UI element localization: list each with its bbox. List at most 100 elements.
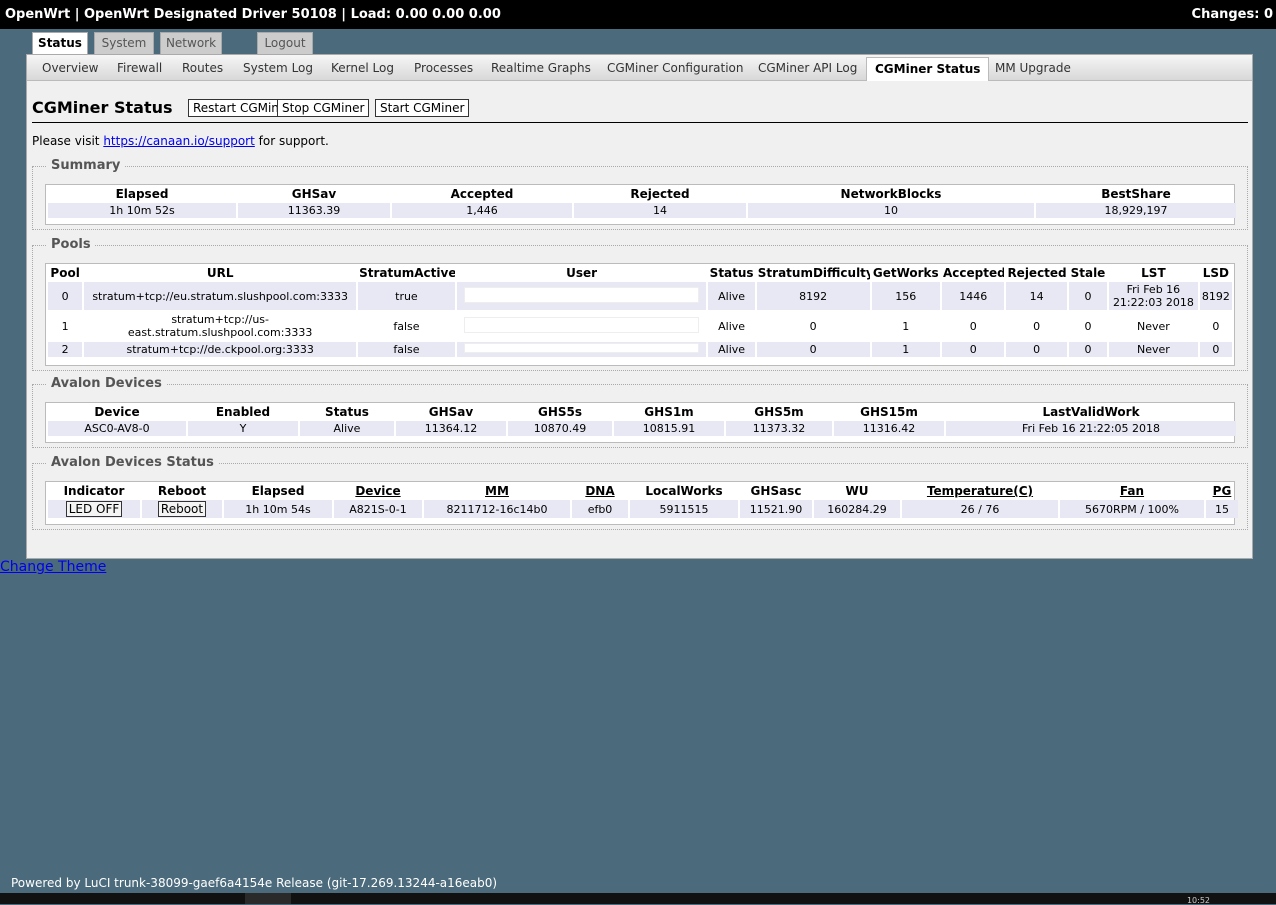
pool-stratum-active: false	[358, 312, 455, 340]
subtab-overview[interactable]: Overview	[42, 61, 99, 75]
avalon-status-header: LocalWorks	[645, 484, 723, 498]
avalon-devices-header: Device	[94, 405, 140, 419]
pool-difficulty: 8192	[756, 282, 870, 310]
tab-logout[interactable]: Logout	[257, 32, 313, 54]
tab-status[interactable]: Status	[32, 32, 88, 55]
start-cgminer-button[interactable]: Start CGMiner	[375, 99, 470, 117]
pools-header: LSD	[1202, 266, 1229, 280]
avalon-status-header: GHSasc	[750, 484, 802, 498]
avalon-devices-section: Avalon Devices Device Enabled Status GHS…	[32, 376, 1248, 448]
subtab-firewall[interactable]: Firewall	[117, 61, 162, 75]
device-ghs15m: 11316.42	[834, 421, 944, 436]
table-row: 1 stratum+tcp://us-east.stratum.slushpoo…	[48, 312, 1232, 340]
pool-stale: 0	[1068, 312, 1108, 340]
device-enabled: Y	[188, 421, 298, 436]
header-dna-abbr: DNA	[585, 484, 615, 498]
pool-accepted: 0	[942, 312, 1005, 340]
avalon-status-header: PG	[1206, 484, 1238, 498]
page-title: CGMiner Status	[32, 98, 173, 117]
subtab-routes[interactable]: Routes	[182, 61, 223, 75]
avalon-status-header: Temperature(C)	[902, 484, 1058, 498]
pool-lst: Never	[1109, 342, 1198, 357]
avalon-devices-table: Device Enabled Status GHSav GHS5s GHS1m …	[46, 403, 1238, 438]
pool-url: stratum+tcp://de.ckpool.org:3333	[84, 342, 357, 357]
summary-table: Elapsed GHSav Accepted Rejected NetworkB…	[46, 185, 1238, 220]
pool-lst: Fri Feb 16 21:22:03 2018	[1109, 282, 1198, 310]
pool-status: Alive	[708, 282, 755, 310]
avalon-devices-header: GHS15m	[860, 405, 918, 419]
table-row: ASC0-AV8-0 Y Alive 11364.12 10870.49 108…	[48, 421, 1236, 436]
subtab-cgminer-status[interactable]: CGMiner Status	[866, 57, 990, 81]
taskbar: 10:52	[0, 893, 1276, 905]
status-dna: efb0	[572, 500, 628, 518]
change-theme-link[interactable]: Change Theme	[0, 559, 106, 575]
reboot-button[interactable]: Reboot	[157, 501, 207, 517]
avalon-devices-header: GHS5m	[754, 405, 804, 419]
pools-section: Pools Pool URL StratumActive User Status…	[32, 237, 1248, 371]
pools-table-box: Pool URL StratumActive User Status Strat…	[45, 263, 1235, 366]
avalon-status-legend: Avalon Devices Status	[47, 455, 218, 470]
sub-tabs: Overview Firewall Routes System Log Kern…	[27, 55, 1252, 81]
subtab-realtime-graphs[interactable]: Realtime Graphs	[491, 61, 591, 75]
summary-header: Elapsed	[115, 187, 169, 201]
status-temperature: 26 / 76	[902, 500, 1058, 518]
pool-stratum-active: true	[358, 282, 455, 310]
subtab-cgminer-api-log[interactable]: CGMiner API Log	[758, 61, 857, 75]
tab-system[interactable]: System	[94, 32, 154, 54]
avalon-status-header: Elapsed	[251, 484, 305, 498]
taskbar-app-icon[interactable]	[245, 893, 291, 904]
changes-counter[interactable]: Changes: 0	[1192, 7, 1273, 22]
status-elapsed: 1h 10m 54s	[224, 500, 332, 518]
footer: Powered by LuCI trunk-38099-gaef6a4154e …	[11, 876, 498, 890]
avalon-status-header: Device	[334, 484, 422, 498]
pool-url: stratum+tcp://us-east.stratum.slushpool.…	[84, 312, 357, 340]
pool-index: 0	[48, 282, 83, 310]
pool-lsd: 0	[1199, 312, 1232, 340]
pool-user-redacted	[463, 286, 700, 303]
subtab-kernel-log[interactable]: Kernel Log	[331, 61, 394, 75]
status-pg: 15	[1206, 500, 1238, 518]
subtab-processes[interactable]: Processes	[414, 61, 473, 75]
pools-header: Stale	[1070, 266, 1106, 280]
pools-header: LST	[1141, 266, 1166, 280]
pool-difficulty: 0	[756, 342, 870, 357]
header-device-abbr: Device	[355, 484, 401, 498]
summary-header: Accepted	[450, 187, 514, 201]
pool-user-redacted	[463, 343, 700, 353]
pools-header: Rejected	[1007, 266, 1067, 280]
avalon-status-header: DNA	[572, 484, 628, 498]
device-ghs1m: 10815.91	[614, 421, 724, 436]
reboot-cell: Reboot	[142, 500, 222, 518]
pool-lsd: 0	[1199, 342, 1232, 357]
pools-header: Pool	[50, 266, 80, 280]
pool-status: Alive	[708, 312, 755, 340]
status-mm: 8211712-16c14b0	[424, 500, 570, 518]
status-fan: 5670RPM / 100%	[1060, 500, 1204, 518]
top-bar: OpenWrt | OpenWrt Designated Driver 5010…	[0, 0, 1276, 29]
avalon-status-section: Avalon Devices Status Indicator Reboot E…	[32, 455, 1248, 530]
pools-legend: Pools	[47, 237, 95, 252]
subtab-mm-upgrade[interactable]: MM Upgrade	[995, 61, 1071, 75]
subtab-cgminer-configuration[interactable]: CGMiner Configuration	[607, 61, 743, 75]
avalon-status-header: Reboot	[157, 484, 207, 498]
support-link[interactable]: https://canaan.io/support	[103, 134, 255, 148]
pool-url: stratum+tcp://eu.stratum.slushpool.com:3…	[84, 282, 357, 310]
header-temperature-abbr: Temperature(C)	[926, 484, 1034, 498]
header-mm-abbr: MM	[485, 484, 509, 498]
summary-ghsav: 11363.39	[238, 203, 390, 218]
pool-getworks: 1	[871, 342, 941, 357]
pool-user	[456, 342, 707, 357]
page-header: CGMiner Status Restart CGMiner Stop CGMi…	[32, 98, 1248, 123]
pool-rejected: 0	[1006, 312, 1067, 340]
summary-header: BestShare	[1101, 187, 1171, 201]
stop-cgminer-button[interactable]: Stop CGMiner	[277, 99, 370, 117]
avalon-devices-header: Status	[325, 405, 369, 419]
subtab-system-log[interactable]: System Log	[243, 61, 313, 75]
avalon-status-header: MM	[424, 484, 570, 498]
led-off-button[interactable]: LED OFF	[65, 501, 123, 517]
device-lastvalidwork: Fri Feb 16 21:22:05 2018	[946, 421, 1236, 436]
avalon-devices-header: Enabled	[215, 405, 271, 419]
tab-network[interactable]: Network	[160, 32, 222, 54]
avalon-status-header: Fan	[1060, 484, 1204, 498]
pool-index: 2	[48, 342, 83, 357]
